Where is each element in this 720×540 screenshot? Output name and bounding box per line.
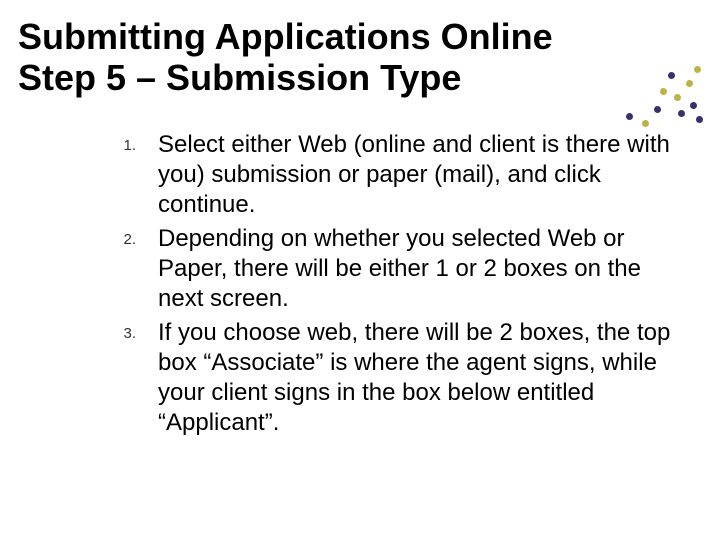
dot-icon	[678, 110, 685, 117]
slide-body: 1. Select either Web (online and client …	[86, 130, 680, 442]
dot-icon	[668, 72, 675, 79]
dot-icon	[694, 66, 701, 73]
dot-icon	[696, 116, 703, 123]
dot-icon	[654, 106, 661, 113]
dot-icon	[626, 113, 633, 120]
dot-icon	[674, 94, 681, 101]
list-item: 1. Select either Web (online and client …	[86, 130, 680, 220]
list-item: 3. If you choose web, there will be 2 bo…	[86, 318, 680, 438]
dot-icon	[686, 80, 693, 87]
list-number: 2.	[86, 224, 158, 248]
decorative-dots	[616, 58, 706, 128]
dot-icon	[642, 120, 649, 127]
dot-icon	[690, 102, 697, 109]
list-text: Select either Web (online and client is …	[158, 130, 680, 220]
list-number: 1.	[86, 130, 158, 154]
list-number: 3.	[86, 318, 158, 342]
list-item: 2. Depending on whether you selected Web…	[86, 224, 680, 314]
title-line-2: Step 5 – Submission Type	[18, 57, 461, 98]
slide-title: Submitting Applications Online Step 5 – …	[18, 16, 700, 99]
slide: Submitting Applications Online Step 5 – …	[0, 0, 720, 540]
dot-icon	[660, 88, 667, 95]
list-text: Depending on whether you selected Web or…	[158, 224, 680, 314]
list-text: If you choose web, there will be 2 boxes…	[158, 318, 680, 438]
title-line-1: Submitting Applications Online	[18, 16, 553, 57]
